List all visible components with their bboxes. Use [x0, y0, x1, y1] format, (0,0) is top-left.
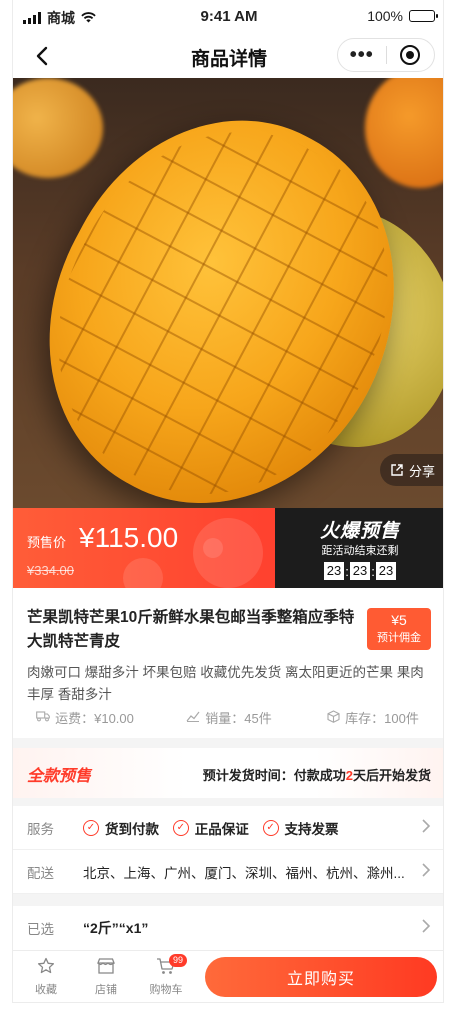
detail-rows: 服务 ✓ 货到付款 ✓ 正品保证 ✓ 支持发票 配送 北京、上海、广州、厦门、深圳、福…: [13, 806, 443, 894]
ship-time-info: 预计发货时间：付款成功2天后开始发货: [203, 765, 431, 784]
selected-key: 已选: [27, 922, 54, 937]
share-icon: [391, 464, 403, 476]
service-item-label: 货到付款: [105, 821, 159, 837]
delivery-key: 配送: [27, 865, 54, 881]
shipping-stat: 运费：¥10.00: [13, 708, 157, 727]
service-item: ✓ 正品保证: [172, 818, 249, 838]
product-info: 芒果凯特芒果10斤新鲜水果包邮当季整箱应季特大凯特芒青皮 ¥5 预计佣金 肉嫩可…: [13, 588, 443, 738]
share-label: 分享: [408, 463, 435, 479]
close-miniapp-button[interactable]: [387, 45, 435, 65]
countdown-seconds: 23: [376, 562, 396, 580]
commission-badge: ¥5 预计佣金: [367, 608, 431, 650]
chevron-right-icon: [421, 862, 431, 883]
target-icon: [400, 45, 421, 65]
buy-now-button[interactable]: 立即购买: [205, 957, 437, 997]
chart-icon: [186, 710, 200, 725]
phone-frame: 商城 9:41 AM 100% 商品详情 ••• 分享 预售价 ¥115.00 …: [12, 0, 444, 1003]
share-button[interactable]: 分享: [379, 454, 443, 486]
countdown-hours: 23: [324, 562, 344, 580]
check-circle-icon: ✓: [83, 819, 99, 836]
original-price: ¥334.00: [27, 563, 74, 578]
box-icon: [327, 709, 340, 726]
full-presale-label: 全款预售: [27, 768, 92, 785]
check-circle-icon: ✓: [262, 819, 279, 836]
bottom-action-bar: 收藏 店铺 99 购物车 立即购买: [13, 950, 443, 1002]
store-icon: [81, 957, 131, 981]
countdown-panel: 火爆预售 距活动结束还剩 23 : 23 : 23: [275, 508, 443, 588]
sales-count: 销量：45件: [205, 711, 272, 726]
countdown-timer: 23 : 23 : 23: [275, 562, 443, 580]
commission-amount: ¥5: [391, 612, 407, 628]
selected-spec-row[interactable]: 已选 “2斤”“x1”: [13, 906, 443, 950]
hot-presale-title: 火爆预售: [319, 521, 400, 542]
product-image[interactable]: 分享: [13, 78, 443, 508]
miniapp-capsule: •••: [337, 38, 435, 72]
chevron-right-icon: [421, 818, 431, 839]
favorite-label: 收藏: [35, 984, 57, 996]
presale-strip: 全款预售 预计发货时间：付款成功2天后开始发货: [13, 748, 443, 798]
presale-price: ¥115.00: [79, 522, 179, 553]
battery-icon: [409, 10, 438, 22]
star-icon: [21, 957, 71, 981]
delivery-row[interactable]: 配送 北京、上海、广州、厦门、深圳、福州、杭州、滁州...: [13, 850, 443, 894]
countdown-label: 距活动结束还剩: [321, 545, 399, 557]
service-values: ✓ 货到付款 ✓ 正品保证 ✓ 支持发票: [83, 818, 443, 838]
service-item: ✓ 支持发票: [262, 818, 339, 838]
status-bar: 商城 9:41 AM 100%: [13, 0, 443, 34]
shop-label: 店铺: [95, 984, 117, 996]
background-mango-right: [365, 78, 443, 188]
favorite-tab[interactable]: 收藏: [21, 957, 71, 997]
presale-price-label: 预售价: [27, 535, 67, 550]
service-item-label: 支持发票: [284, 821, 339, 837]
countdown-minutes: 23: [350, 562, 370, 580]
nav-bar: 商品详情 •••: [13, 34, 443, 78]
cart-label: 购物车: [149, 984, 183, 996]
product-title: 芒果凯特芒果10斤新鲜水果包邮当季整箱应季特大凯特芒青皮: [27, 609, 355, 650]
more-button[interactable]: •••: [338, 40, 386, 70]
background-mango-left: [13, 78, 103, 178]
chevron-right-icon: [421, 918, 431, 939]
shipping-fee: 运费：¥10.00: [55, 711, 134, 726]
cart-count-badge: 99: [169, 954, 188, 967]
price-panel: 预售价 ¥115.00 ¥334.00: [13, 508, 293, 588]
shop-tab[interactable]: 店铺: [81, 957, 131, 997]
price-banner: 预售价 ¥115.00 ¥334.00 火爆预售 距活动结束还剩 23 : 23…: [13, 508, 443, 588]
truck-icon: [36, 710, 50, 725]
ship-prefix: 预计发货时间：付款成功: [202, 768, 346, 783]
battery-percent: 100%: [367, 8, 403, 24]
delivery-regions: 北京、上海、广州、厦门、深圳、福州、杭州、滁州...: [83, 865, 405, 881]
check-circle-icon: ✓: [172, 819, 189, 836]
sales-stat: 销量：45件: [157, 708, 301, 727]
status-right: 100%: [367, 8, 438, 24]
product-description: 肉嫩可口 爆甜多汁 坏果包赔 收藏优先发货 离太阳更近的芒果 果肉丰厚 香甜多汁: [27, 665, 424, 702]
service-row[interactable]: 服务 ✓ 货到付款 ✓ 正品保证 ✓ 支持发票: [13, 806, 443, 850]
commission-label: 预计佣金: [377, 632, 421, 644]
selected-spec: “2斤”“x1”: [83, 920, 149, 936]
product-stats: 运费：¥10.00 销量：45件 库存：100件: [13, 708, 443, 727]
stock-count: 库存：100件: [345, 711, 419, 726]
cart-tab[interactable]: 99 购物车: [141, 954, 191, 997]
ship-days: 2: [345, 768, 353, 783]
service-item: ✓ 货到付款: [83, 818, 159, 838]
stock-stat: 库存：100件: [301, 708, 443, 727]
ship-suffix: 天后开始发货: [352, 768, 431, 783]
service-item-label: 正品保证: [194, 821, 249, 837]
service-key: 服务: [27, 821, 54, 837]
